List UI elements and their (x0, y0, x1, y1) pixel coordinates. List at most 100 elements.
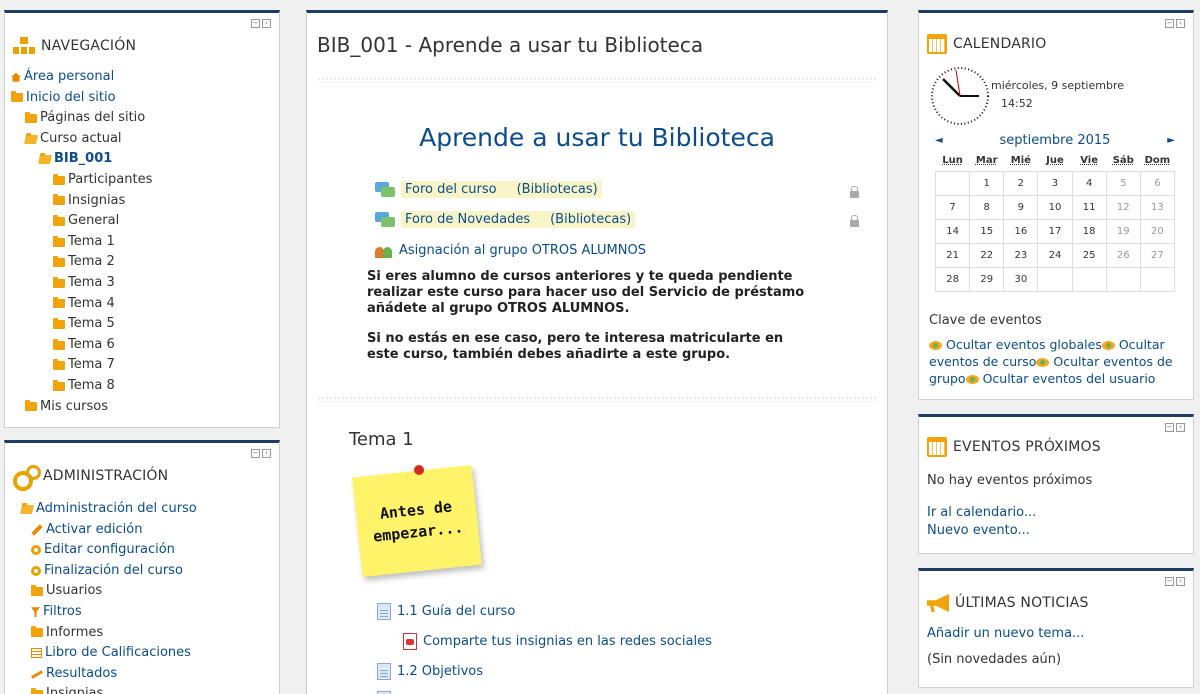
tree-item[interactable]: Insignias (21, 684, 279, 694)
forum-course-link[interactable]: Foro del curso (Bibliotecas) (401, 181, 602, 198)
calendar-month[interactable]: septiembre 2015 (1000, 133, 1111, 148)
tree-item[interactable]: Tema 1 (11, 232, 279, 253)
add-topic-link[interactable]: Añadir un nuevo tema... (927, 626, 1084, 641)
tree-item[interactable]: Resultados (21, 664, 279, 685)
tree-item[interactable]: Usuarios (21, 581, 279, 602)
hide-global-events-link[interactable]: Ocultar eventos globales (946, 337, 1102, 352)
calendar-day[interactable]: 10 (1037, 194, 1073, 220)
calendar-day[interactable]: 18 (1071, 218, 1107, 244)
calendar-day[interactable]: 9 (1003, 194, 1039, 220)
tree-item[interactable]: Finalización del curso (21, 561, 279, 582)
calendar-day[interactable]: 1 (969, 170, 1005, 196)
calendar-day[interactable]: 11 (1071, 194, 1107, 220)
prev-month-button[interactable]: ◄ (935, 135, 943, 146)
forum-news-label: Foro de Novedades (405, 212, 531, 227)
dock-icon[interactable]: ‹ (262, 19, 271, 28)
calendar-day[interactable]: 29 (969, 266, 1005, 292)
calendar-day[interactable]: 8 (969, 194, 1005, 220)
main-content: BIB_001 - Aprende a usar tu Biblioteca A… (306, 10, 888, 694)
clock-icon (931, 67, 989, 125)
calendar-day[interactable]: 30 (1003, 266, 1039, 292)
hide-user-events-link[interactable]: Ocultar eventos del usuario (983, 371, 1156, 386)
tree-item[interactable]: BIB_001 (11, 149, 279, 170)
calendar-day[interactable]: 23 (1003, 242, 1039, 268)
block-controls[interactable]: − ‹ (251, 449, 271, 458)
tree-item[interactable]: Filtros (21, 602, 279, 623)
group-assign-item[interactable]: Asignación al grupo OTROS ALUMNOS (375, 243, 646, 258)
calendar-day[interactable]: 7 (934, 194, 971, 220)
calendar-day[interactable]: 14 (934, 218, 971, 244)
calendar-day[interactable]: 13 (1139, 194, 1176, 220)
dock-icon[interactable]: ‹ (1176, 423, 1185, 432)
collapse-icon[interactable]: − (1165, 577, 1174, 586)
tree-item[interactable]: Informes (21, 623, 279, 644)
tree-item[interactable]: Tema 6 (11, 335, 279, 356)
calendar-day[interactable]: 16 (1003, 218, 1039, 244)
tree-item[interactable]: Participantes (11, 170, 279, 191)
tree-item[interactable]: Libro de Calificaciones (21, 643, 279, 664)
resource-guide-link[interactable]: 1.1 Guía del curso (397, 604, 515, 619)
tree-item[interactable]: Administración del curso (20, 499, 279, 520)
forum-news-item[interactable]: Foro de Novedades (Bibliotecas) (375, 211, 636, 228)
calendar-day[interactable]: 6 (1139, 170, 1176, 196)
collapse-icon[interactable]: − (251, 449, 260, 458)
calendar-day[interactable]: 12 (1105, 194, 1141, 220)
block-controls[interactable]: − ‹ (1165, 577, 1185, 586)
block-controls[interactable]: − ‹ (251, 19, 271, 28)
tree-item[interactable]: Insignias (11, 191, 279, 212)
tree-item[interactable]: Inicio del sitio (11, 88, 279, 109)
new-event-link[interactable]: Nuevo evento... (927, 523, 1030, 538)
navigation-title: NAVEGACIÓN (41, 38, 137, 54)
tree-item[interactable]: Tema 5 (11, 314, 279, 335)
tree-item[interactable]: Área personal (11, 67, 279, 88)
block-controls[interactable]: − ‹ (1165, 423, 1185, 432)
tree-item[interactable]: Tema 8 (11, 376, 279, 397)
go-calendar-link[interactable]: Ir al calendario... (927, 505, 1036, 520)
tree-item[interactable]: Páginas del sitio (11, 108, 279, 129)
resource-badges-item[interactable]: Comparte tus insignias en las redes soci… (403, 633, 712, 650)
calendar-day[interactable]: 22 (969, 242, 1005, 268)
dock-icon[interactable]: ‹ (1176, 19, 1185, 28)
tree-item[interactable]: Activar edición (21, 520, 279, 541)
calendar-day[interactable]: 5 (1105, 170, 1141, 196)
calendar-day[interactable]: 4 (1071, 170, 1107, 196)
collapse-icon[interactable]: − (1165, 423, 1174, 432)
calendar-day[interactable]: 28 (934, 266, 971, 292)
calendar-day[interactable]: 24 (1037, 242, 1073, 268)
resource-guide-item[interactable]: 1.1 Guía del curso (377, 603, 515, 620)
calendar-day[interactable]: 3 (1037, 170, 1073, 196)
forum-icon (375, 211, 395, 228)
tree-item[interactable]: Tema 3 (11, 273, 279, 294)
calendar-day[interactable]: 20 (1139, 218, 1176, 244)
resource-objectives-item[interactable]: 1.2 Objetivos (377, 663, 483, 680)
tree-item[interactable]: Mis cursos (11, 397, 279, 418)
calendar-day[interactable]: 2 (1003, 170, 1039, 196)
tree-item[interactable]: Tema 2 (11, 252, 279, 273)
calendar-day[interactable]: 25 (1071, 242, 1107, 268)
calendar-day (934, 170, 971, 196)
folder-open-icon (20, 504, 34, 514)
calendar-day[interactable]: 27 (1139, 242, 1176, 268)
upcoming-events-block: − ‹ EVENTOS PRÓXIMOS No hay eventos próxi… (918, 414, 1194, 554)
tree-item[interactable]: Tema 7 (11, 355, 279, 376)
tree-item[interactable]: Editar configuración (21, 540, 279, 561)
dock-icon[interactable]: ‹ (262, 449, 271, 458)
block-controls[interactable]: − ‹ (1165, 19, 1185, 28)
calendar-day[interactable]: 19 (1105, 218, 1141, 244)
resource-objectives-link[interactable]: 1.2 Objetivos (397, 664, 483, 679)
resource-badges-link[interactable]: Comparte tus insignias en las redes soci… (423, 634, 712, 649)
collapse-icon[interactable]: − (1165, 19, 1174, 28)
calendar-day[interactable]: 15 (969, 218, 1005, 244)
forum-course-item[interactable]: Foro del curso (Bibliotecas) (375, 181, 602, 198)
dock-icon[interactable]: ‹ (1176, 577, 1185, 586)
tree-item[interactable]: Tema 4 (11, 294, 279, 315)
collapse-icon[interactable]: − (251, 19, 260, 28)
forum-news-link[interactable]: Foro de Novedades (Bibliotecas) (401, 211, 636, 228)
calendar-day[interactable]: 26 (1105, 242, 1141, 268)
calendar-day[interactable]: 21 (934, 242, 971, 268)
tree-item[interactable]: Curso actual (11, 129, 279, 150)
calendar-day[interactable]: 17 (1037, 218, 1073, 244)
tree-item[interactable]: General (11, 211, 279, 232)
group-assign-link[interactable]: Asignación al grupo OTROS ALUMNOS (399, 243, 646, 258)
next-month-button[interactable]: ► (1167, 135, 1175, 146)
